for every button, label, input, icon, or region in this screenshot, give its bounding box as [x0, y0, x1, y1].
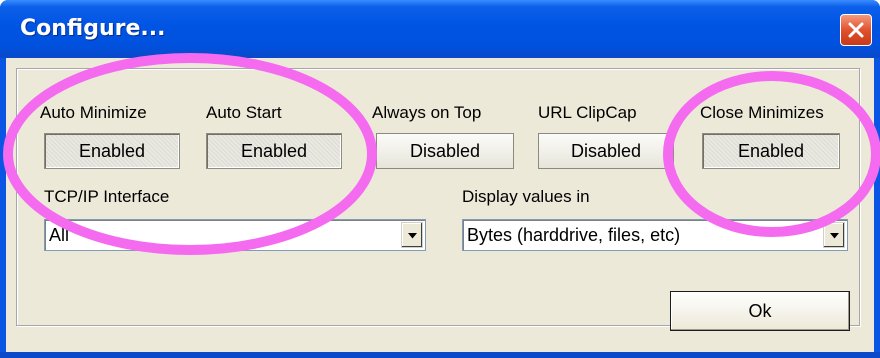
title-bar[interactable]: Configure... — [0, 0, 880, 58]
display-values-value: Bytes (harddrive, files, etc) — [467, 225, 681, 245]
auto-start-label: Auto Start — [206, 103, 282, 122]
display-values-label: Display values in — [462, 187, 590, 206]
chevron-down-icon — [408, 233, 417, 239]
dialog-body: Auto Minimize Auto Start Always on Top U… — [6, 58, 874, 358]
close-minimizes-toggle[interactable]: Enabled — [702, 133, 840, 169]
auto-minimize-toggle[interactable]: Enabled — [44, 133, 180, 169]
close-minimizes-label: Close Minimizes — [700, 103, 824, 122]
window-bottom-border — [0, 352, 880, 358]
always-on-top-toggle[interactable]: Disabled — [376, 133, 514, 169]
tcpip-dropdown-button[interactable] — [401, 222, 423, 248]
ok-button[interactable]: Ok — [670, 291, 850, 331]
display-dropdown-button[interactable] — [823, 222, 845, 248]
url-clipcap-label: URL ClipCap — [538, 103, 637, 122]
tcpip-interface-value: All — [49, 225, 70, 245]
auto-start-toggle[interactable]: Enabled — [206, 133, 342, 169]
close-button[interactable] — [840, 14, 872, 46]
close-icon — [848, 22, 864, 38]
url-clipcap-toggle[interactable]: Disabled — [538, 133, 674, 169]
auto-minimize-label: Auto Minimize — [40, 103, 147, 122]
display-values-select[interactable]: Bytes (harddrive, files, etc) — [462, 219, 848, 251]
window-title: Configure... — [20, 16, 166, 41]
tcpip-interface-select[interactable]: All — [44, 219, 426, 251]
chevron-down-icon — [830, 233, 839, 239]
tcpip-interface-label: TCP/IP Interface — [44, 187, 170, 206]
always-on-top-label: Always on Top — [372, 103, 482, 122]
configure-window: Configure... Auto Minimize Auto Start Al… — [0, 0, 880, 358]
